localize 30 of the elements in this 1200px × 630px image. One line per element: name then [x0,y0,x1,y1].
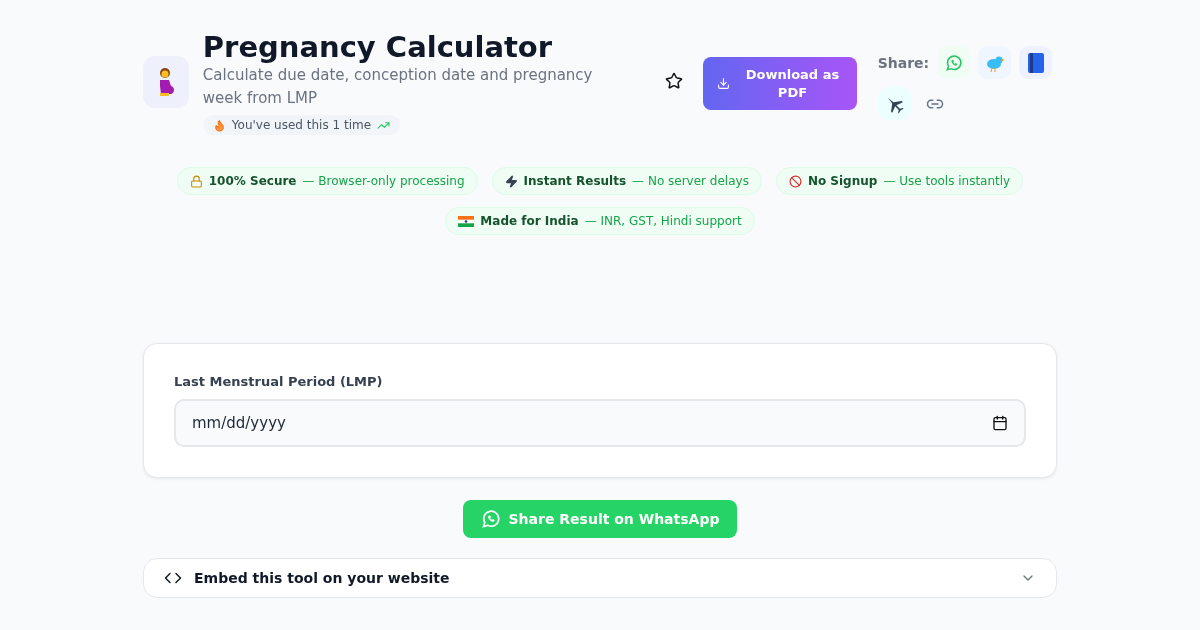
badge-title: Instant Results [523,174,627,188]
share-label: Share: [877,54,930,71]
flame-icon [212,118,226,132]
embed-toggle[interactable]: Embed this tool on your website [143,558,1057,598]
badge-title: 100% Secure [208,174,297,188]
download-pdf-button[interactable]: Download as PDF [703,57,857,110]
usage-text: You've used this 1 time [231,118,372,132]
page-title: Pregnancy Calculator [202,30,554,64]
flag-icon [458,215,475,227]
badge-description: — Use tools instantly [883,174,1011,188]
lock-icon [189,174,203,188]
calendar-icon [992,415,1008,431]
field-label: Last Menstrual Period (LMP) [174,374,384,389]
date-input-field[interactable]: mm/dd/yyyy [174,399,1026,447]
lightning-icon [504,174,518,188]
book-share-button[interactable] [1019,46,1053,79]
star-icon [665,72,684,90]
favorite-button[interactable] [665,72,684,90]
prohibited-icon [788,174,802,188]
page-subtitle: Calculate due date, conception date and pregnancy week from LMP [202,65,594,109]
book-icon [1027,52,1044,73]
badge-description: — No server delays [632,174,749,188]
badge-title: Made for India [480,214,579,228]
badge-title: No Signup [807,174,878,188]
whatsapp-icon [480,509,501,529]
airplane-share-button[interactable] [877,87,911,120]
download-icon [717,77,731,90]
badge-description: — Browser-only processing [302,174,465,188]
badge-description: — INR, GST, Hindi support [584,214,742,228]
whatsapp-icon [944,53,963,72]
